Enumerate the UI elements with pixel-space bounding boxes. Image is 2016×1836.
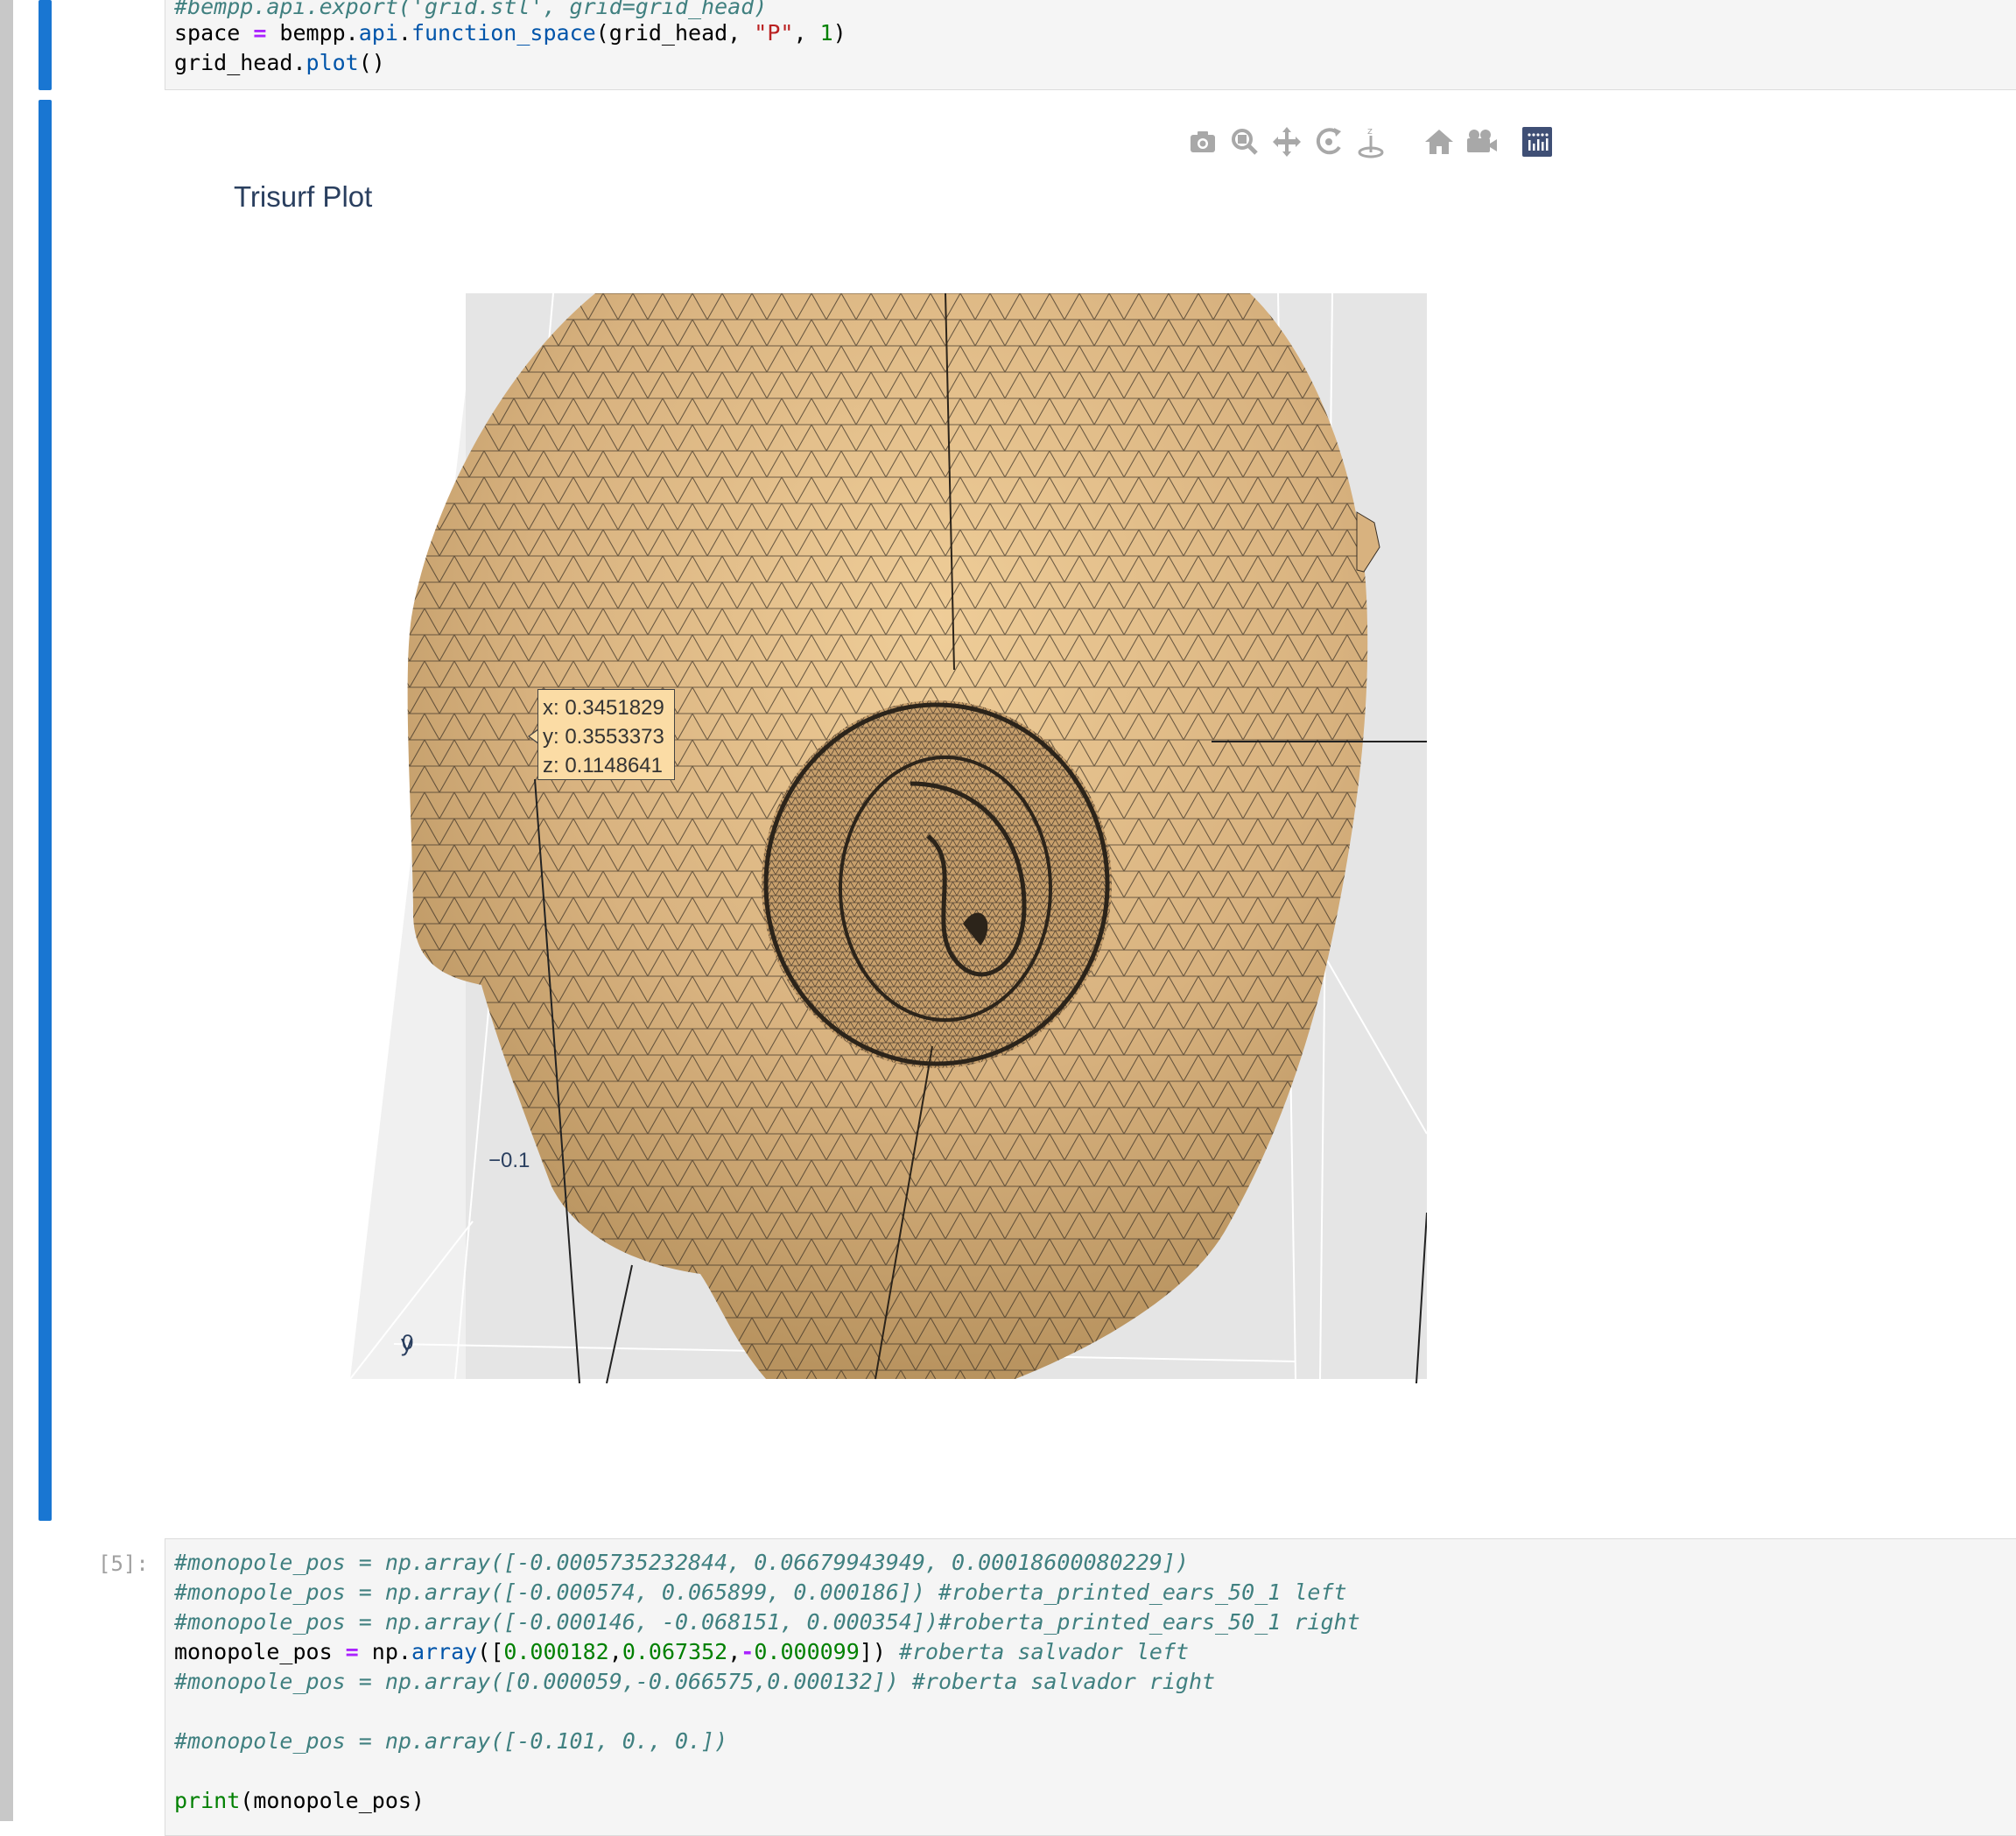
axis-tick-label: −0.1 <box>488 1149 530 1172</box>
output-selection-bar[interactable] <box>39 100 52 1521</box>
svg-text:z: z <box>1367 125 1373 137</box>
code-line-comment: #monopole_pos = np.array([-0.000574, 0.0… <box>174 1579 1347 1605</box>
turntable-rotation-icon[interactable]: z <box>1353 123 1388 161</box>
hover-z: z: 0.1148641 <box>543 754 664 777</box>
code-line-print: print(monopole_pos) <box>174 1788 425 1813</box>
zoom-icon[interactable] <box>1227 123 1262 161</box>
code-cell-top[interactable]: #bempp.api.export('grid.stl', grid=grid_… <box>165 0 2016 90</box>
orbit-rotation-icon[interactable] <box>1311 123 1346 161</box>
plotly-logo-icon[interactable] <box>1520 123 1555 161</box>
hover-x: x: 0.3451829 <box>543 696 664 720</box>
notebook-left-rail <box>0 0 13 1821</box>
home-icon[interactable] <box>1422 123 1457 161</box>
pan-icon[interactable] <box>1269 123 1304 161</box>
trisurf-3d-scene[interactable]: −0.1 y <box>350 293 1427 1383</box>
plotly-modebar: z <box>1185 123 1562 161</box>
code-line-monopole-pos: monopole_pos = np.array([0.000182,0.0673… <box>174 1639 1190 1664</box>
reset-camera-icon[interactable] <box>1464 123 1499 161</box>
code-line-space: space = bempp.api.function_space(grid_he… <box>174 20 846 46</box>
hover-y: y: 0.3553373 <box>543 725 664 749</box>
code-line-plot: grid_head.plot() <box>174 50 385 75</box>
code-line-comment: #monopole_pos = np.array([-0.00057352328… <box>174 1550 1189 1575</box>
plot-title: Trisurf Plot <box>234 180 373 213</box>
code-line-comment: #monopole_pos = np.array([-0.000146, -0.… <box>174 1609 1360 1635</box>
hover-tooltip: x: 0.3451829 y: 0.3553373 z: 0.1148641 <box>537 689 675 780</box>
code-line-comment: #monopole_pos = np.array([-0.101, 0., 0.… <box>174 1728 728 1754</box>
camera-icon[interactable] <box>1185 123 1220 161</box>
cell-selection-bar[interactable] <box>39 0 52 90</box>
code-cell-5[interactable]: #monopole_pos = np.array([-0.00057352328… <box>165 1538 2016 1836</box>
cell-execution-count: [5]: <box>98 1551 149 1576</box>
y-axis-tick-0-label: 0 <box>402 1331 414 1354</box>
code-line-comment: #monopole_pos = np.array([0.000059,-0.06… <box>174 1669 1216 1694</box>
